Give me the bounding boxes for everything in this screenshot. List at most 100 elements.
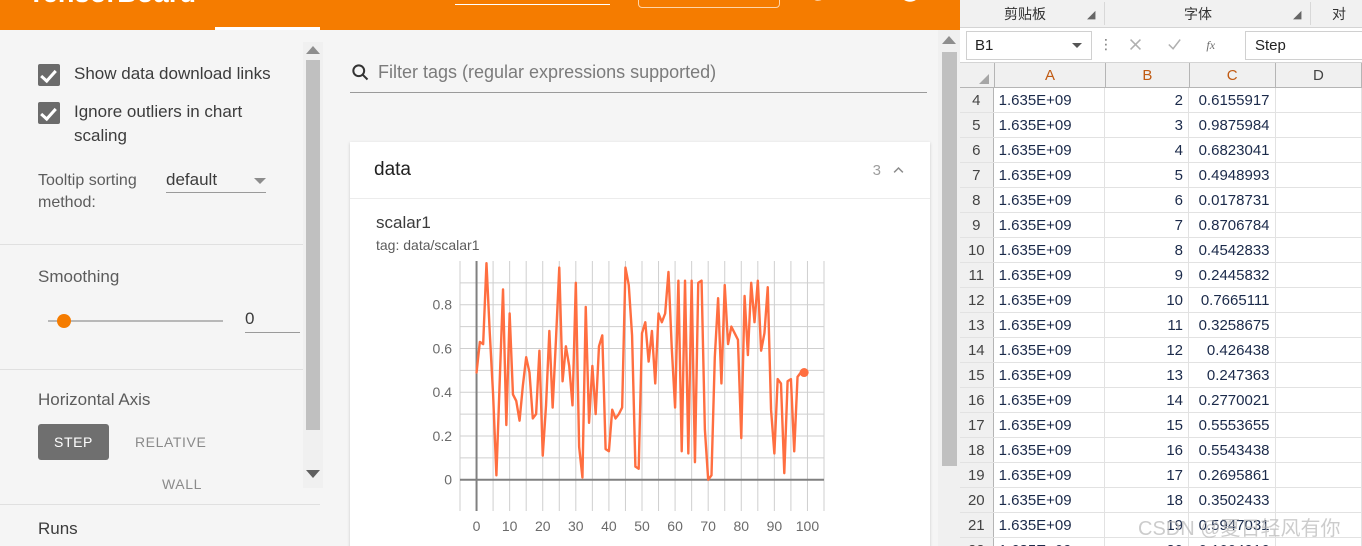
table-cell[interactable]: 9 xyxy=(1105,263,1189,287)
table-cell[interactable]: 0.8706784 xyxy=(1189,213,1276,237)
table-cell[interactable]: 0.3258675 xyxy=(1189,313,1276,337)
table-cell[interactable]: 0.247363 xyxy=(1189,363,1276,387)
table-cell[interactable]: 2 xyxy=(1105,88,1189,112)
table-cell[interactable]: 0.5543438 xyxy=(1189,438,1276,462)
table-cell[interactable]: 1.635E+09 xyxy=(994,188,1106,212)
table-cell[interactable] xyxy=(1276,263,1362,287)
table-row[interactable]: 7 1.635E+09 5 0.4948993 xyxy=(960,163,1362,188)
table-cell[interactable]: 10 xyxy=(1105,288,1189,312)
table-cell[interactable]: 12 xyxy=(1105,338,1189,362)
table-cell[interactable]: 1.635E+09 xyxy=(994,488,1106,512)
formula-input[interactable]: Step xyxy=(1245,31,1362,60)
table-cell[interactable] xyxy=(1276,138,1362,162)
setting-ignore-outliers[interactable]: Ignore outliers in chart scaling xyxy=(0,100,320,148)
table-row[interactable]: 10 1.635E+09 8 0.4542833 xyxy=(960,238,1362,263)
smoothing-value-input[interactable]: 0 xyxy=(245,309,300,333)
table-cell[interactable] xyxy=(1276,513,1362,537)
table-cell[interactable]: 4 xyxy=(1105,138,1189,162)
ribbon-group-clipboard[interactable]: 剪贴板 xyxy=(970,0,1080,27)
row-header[interactable]: 22 xyxy=(960,538,994,546)
smoothing-slider-knob[interactable] xyxy=(57,314,71,328)
scalar-line-chart[interactable]: 0 0.2 0.4 0.6 0.8 0 10 20 30 40 50 60 70 80 90 100 xyxy=(412,255,832,545)
table-cell[interactable]: 0.5947031 xyxy=(1189,513,1276,537)
table-cell[interactable]: 0.3502433 xyxy=(1189,488,1276,512)
info-icon[interactable] xyxy=(897,0,923,4)
row-header[interactable]: 15 xyxy=(960,363,994,387)
sidebar-scrollbar-thumb[interactable] xyxy=(306,60,320,430)
row-header[interactable]: 7 xyxy=(960,163,994,187)
table-cell[interactable]: 16 xyxy=(1105,438,1189,462)
select-all-corner[interactable] xyxy=(960,63,995,87)
chevron-down-icon[interactable] xyxy=(1072,43,1082,48)
table-cell[interactable]: 5 xyxy=(1105,163,1189,187)
table-cell[interactable]: 20 xyxy=(1105,538,1189,546)
row-header[interactable]: 12 xyxy=(960,288,994,312)
table-cell[interactable]: 1.635E+09 xyxy=(994,388,1106,412)
ignore-outliers-checkbox[interactable] xyxy=(38,102,60,124)
table-cell[interactable] xyxy=(1276,213,1362,237)
table-cell[interactable]: 18 xyxy=(1105,488,1189,512)
table-cell[interactable] xyxy=(1276,188,1362,212)
row-header[interactable]: 10 xyxy=(960,238,994,262)
refresh-icon[interactable] xyxy=(805,0,831,4)
row-header[interactable]: 17 xyxy=(960,413,994,437)
row-header[interactable]: 8 xyxy=(960,188,994,212)
table-row[interactable]: 16 1.635E+09 14 0.2770021 xyxy=(960,388,1362,413)
row-header[interactable]: 19 xyxy=(960,463,994,487)
table-cell[interactable]: 1.635E+09 xyxy=(994,438,1106,462)
table-cell[interactable]: 7 xyxy=(1105,213,1189,237)
table-row[interactable]: 4 1.635E+09 2 0.6155917 xyxy=(960,88,1362,113)
scroll-up-arrow-icon[interactable] xyxy=(942,36,956,44)
table-cell[interactable] xyxy=(1276,413,1362,437)
table-cell[interactable]: 0.2445832 xyxy=(1189,263,1276,287)
table-row[interactable]: 20 1.635E+09 18 0.3502433 xyxy=(960,488,1362,513)
run-selector-field[interactable] xyxy=(455,0,610,5)
table-cell[interactable]: 0.1004916 xyxy=(1189,538,1276,546)
table-cell[interactable]: 1.635E+09 xyxy=(994,538,1106,546)
table-cell[interactable]: 1.635E+09 xyxy=(994,363,1106,387)
table-cell[interactable] xyxy=(1276,338,1362,362)
row-header[interactable]: 9 xyxy=(960,213,994,237)
table-row[interactable]: 5 1.635E+09 3 0.9875984 xyxy=(960,113,1362,138)
table-cell[interactable]: 11 xyxy=(1105,313,1189,337)
table-cell[interactable]: 1.635E+09 xyxy=(994,263,1106,287)
show-download-links-checkbox[interactable] xyxy=(38,64,60,86)
table-cell[interactable]: 1.635E+09 xyxy=(994,88,1106,112)
row-header[interactable]: 18 xyxy=(960,438,994,462)
setting-show-download-links[interactable]: Show data download links xyxy=(0,62,320,86)
row-header[interactable]: 20 xyxy=(960,488,994,512)
table-cell[interactable] xyxy=(1276,463,1362,487)
table-row[interactable]: 6 1.635E+09 4 0.6823041 xyxy=(960,138,1362,163)
table-cell[interactable]: 14 xyxy=(1105,388,1189,412)
column-header-a[interactable]: A xyxy=(994,63,1107,87)
table-cell[interactable]: 0.2695861 xyxy=(1189,463,1276,487)
table-cell[interactable]: 0.4542833 xyxy=(1189,238,1276,262)
confirm-icon[interactable] xyxy=(1166,36,1183,53)
ribbon-group-alignment[interactable]: 对 xyxy=(1316,0,1362,27)
sidebar-scrollbar[interactable] xyxy=(303,42,323,488)
font-dialog-launcher-icon[interactable]: ◢ xyxy=(1293,8,1301,21)
table-cell[interactable]: 0.7665111 xyxy=(1189,288,1276,312)
table-cell[interactable] xyxy=(1276,388,1362,412)
gear-icon[interactable] xyxy=(848,0,874,4)
table-row[interactable]: 8 1.635E+09 6 0.0178731 xyxy=(960,188,1362,213)
column-header-d[interactable]: D xyxy=(1276,63,1362,87)
table-row[interactable]: 9 1.635E+09 7 0.8706784 xyxy=(960,213,1362,238)
row-header[interactable]: 16 xyxy=(960,388,994,412)
table-row[interactable]: 18 1.635E+09 16 0.5543438 xyxy=(960,438,1362,463)
table-cell[interactable]: 1.635E+09 xyxy=(994,313,1106,337)
table-cell[interactable] xyxy=(1276,238,1362,262)
table-row[interactable]: 17 1.635E+09 15 0.5553655 xyxy=(960,413,1362,438)
row-header[interactable]: 11 xyxy=(960,263,994,287)
table-row[interactable]: 15 1.635E+09 13 0.247363 xyxy=(960,363,1362,388)
table-cell[interactable]: 3 xyxy=(1105,113,1189,137)
table-cell[interactable]: 0.6823041 xyxy=(1189,138,1276,162)
table-cell[interactable]: 15 xyxy=(1105,413,1189,437)
table-cell[interactable]: 0.4948993 xyxy=(1189,163,1276,187)
table-cell[interactable] xyxy=(1276,363,1362,387)
table-cell[interactable]: 8 xyxy=(1105,238,1189,262)
table-cell[interactable] xyxy=(1276,488,1362,512)
formula-bar-grip[interactable]: ⋮ xyxy=(1099,37,1113,51)
header-pill-button[interactable] xyxy=(638,0,780,8)
name-box[interactable]: B1 xyxy=(966,31,1092,60)
